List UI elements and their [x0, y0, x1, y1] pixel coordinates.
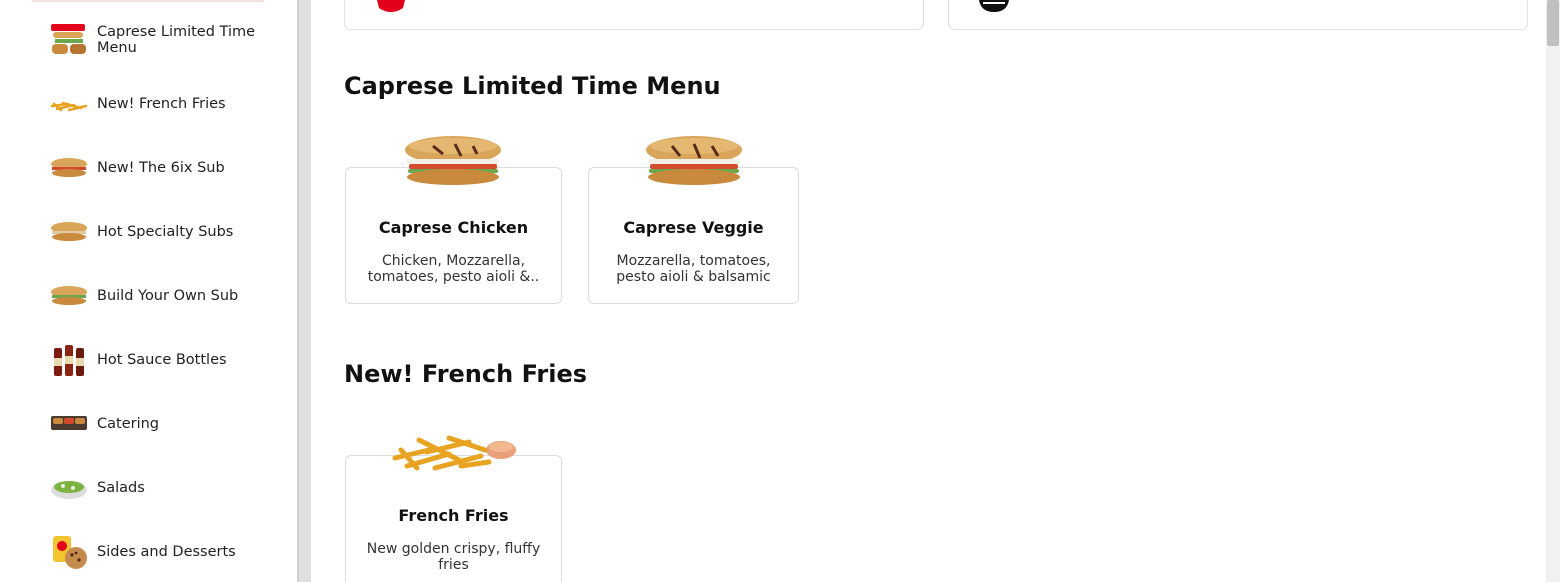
sub-icon — [48, 148, 89, 189]
sidebar-item-label: Sides and Desserts — [97, 544, 236, 560]
sidebar-item-caprese[interactable]: Caprese Limited Time Menu — [48, 18, 278, 62]
sidebar-item-label: Hot Sauce Bottles — [97, 352, 227, 368]
menu-item-description: Chicken, Mozzarella, tomatoes, pesto aio… — [367, 253, 540, 285]
vertical-scrollbar[interactable] — [1546, 0, 1560, 582]
section-title: New! French Fries — [344, 360, 588, 388]
promo-icon — [375, 0, 407, 18]
sidebar-item-french-fries[interactable]: New! French Fries — [48, 82, 278, 126]
top-info-card[interactable] — [344, 0, 924, 30]
sidebar-item-build-your-own[interactable]: Build Your Own Sub — [48, 274, 278, 318]
delivery-icon — [977, 0, 1011, 18]
sidebar-divider-edge — [297, 0, 299, 582]
menu-item-name: Caprese Veggie — [623, 218, 764, 237]
scrollbar-thumb[interactable] — [1547, 0, 1559, 46]
catering-tray-icon — [48, 404, 89, 445]
caprese-logo-icon — [48, 20, 89, 61]
sidebar-item-6ix-sub[interactable]: New! The 6ix Sub — [48, 146, 278, 190]
menu-item-description: Mozzarella, tomatoes, pesto aioli & bals… — [616, 253, 771, 285]
sidebar-item-label: Build Your Own Sub — [97, 288, 239, 304]
sidebar-divider — [297, 0, 311, 582]
sidebar-item-label: Salads — [97, 480, 145, 496]
sidebar-item-label: Hot Specialty Subs — [97, 224, 234, 240]
section-title: Caprese Limited Time Menu — [344, 72, 721, 100]
sidebar-item-salads[interactable]: Salads — [48, 466, 278, 510]
fries-icon — [48, 84, 89, 125]
sidebar-item-sides-desserts[interactable]: Sides and Desserts — [48, 530, 278, 574]
sidebar-item-label: Caprese Limited Time Menu — [97, 24, 256, 56]
top-info-card[interactable] — [948, 0, 1528, 30]
category-sidebar: Caprese Limited Time Menu New! French Fr… — [0, 0, 297, 582]
sidebar-item-catering[interactable]: Catering — [48, 402, 278, 446]
french-fries-image — [389, 428, 519, 482]
menu-item-name: French Fries — [398, 506, 509, 525]
chips-cookie-icon — [48, 532, 89, 573]
caprese-veggie-sub-image — [644, 132, 744, 194]
caprese-chicken-sub-image — [403, 132, 503, 194]
menu-content: Caprese Limited Time Menu Caprese Chicke… — [311, 0, 1546, 582]
sidebar-item-label: Catering — [97, 416, 160, 432]
salad-bowl-icon — [48, 468, 89, 509]
hot-sauce-bottles-icon — [48, 340, 89, 381]
sidebar-item-hot-specialty-subs[interactable]: Hot Specialty Subs — [48, 210, 278, 254]
menu-item-description: New golden crispy, fluffy fries — [366, 541, 541, 573]
sidebar-item-label: New! French Fries — [97, 96, 226, 112]
menu-item-name: Caprese Chicken — [378, 218, 529, 237]
sidebar-active-indicator — [32, 0, 264, 2]
sidebar-item-hot-sauce-bottles[interactable]: Hot Sauce Bottles — [48, 338, 278, 382]
sidebar-item-label: New! The 6ix Sub — [97, 160, 225, 176]
sub-icon — [48, 276, 89, 317]
sub-icon — [48, 212, 89, 253]
